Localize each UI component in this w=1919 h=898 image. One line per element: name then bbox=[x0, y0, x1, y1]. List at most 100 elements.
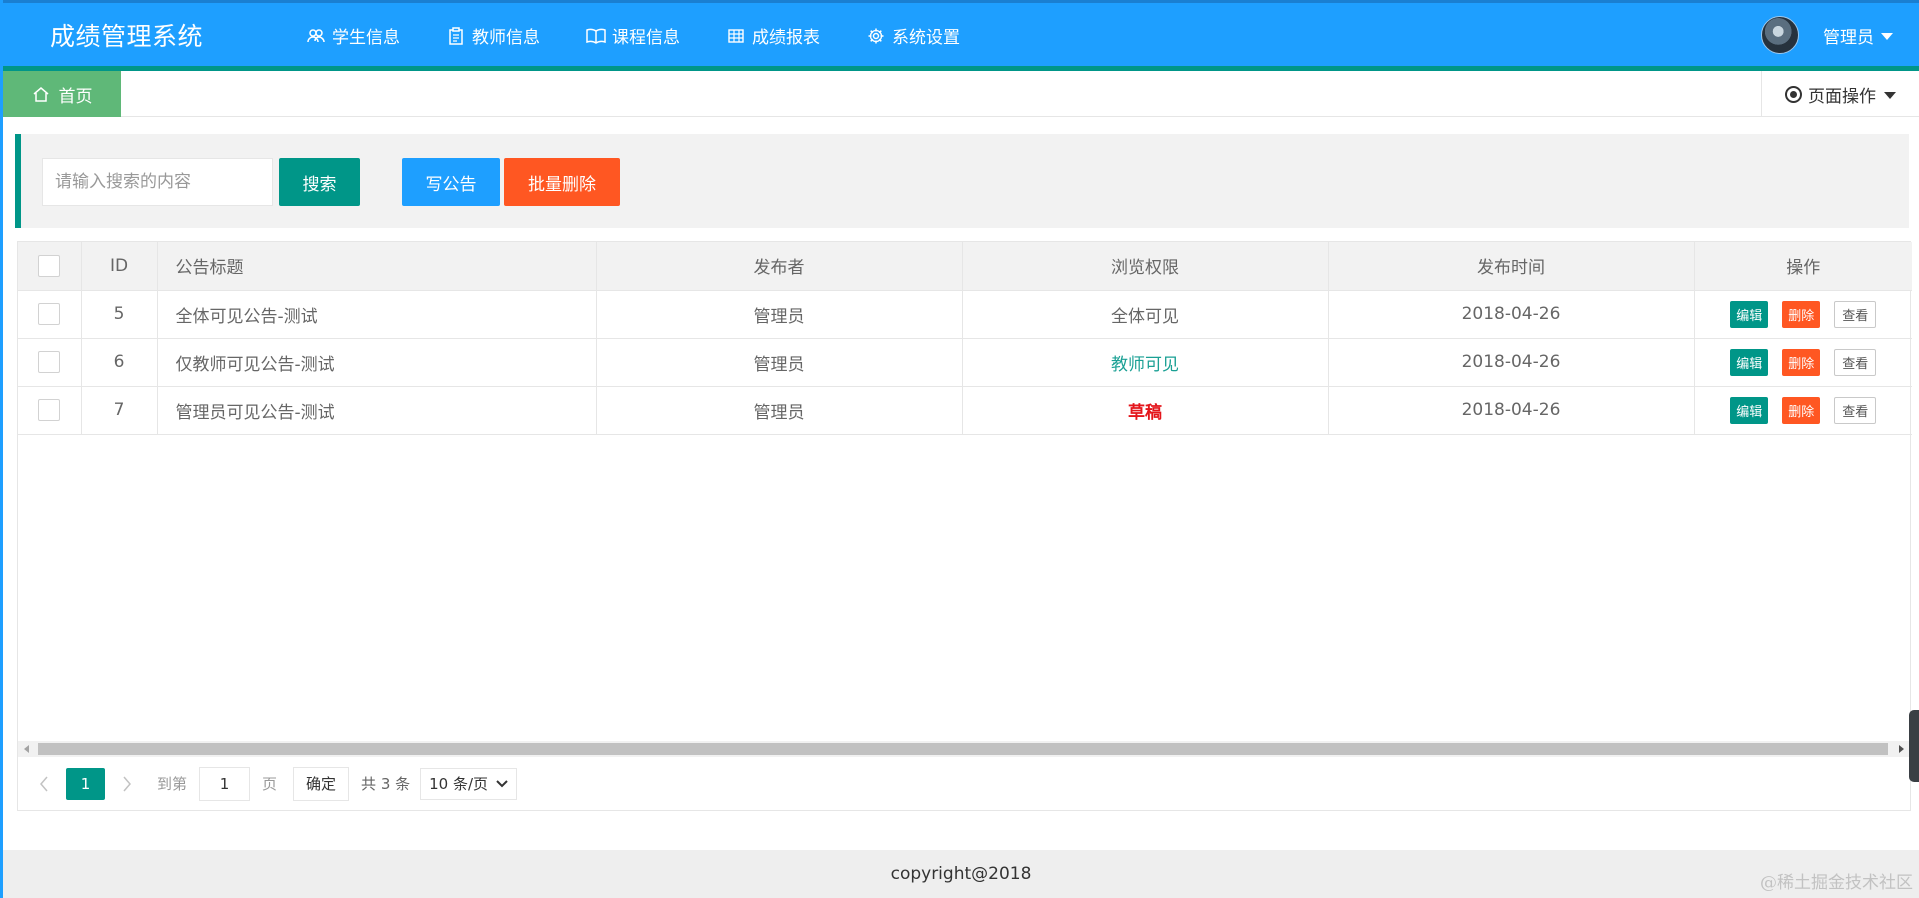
delete-button[interactable]: 删除 bbox=[1782, 396, 1821, 424]
caret-down-icon bbox=[1884, 91, 1896, 99]
users-icon bbox=[306, 26, 326, 46]
pagination: 1 到第 页 确定 共 3 条 10 条/页 bbox=[18, 757, 1910, 810]
page-operations-dropdown[interactable]: 页面操作 bbox=[1761, 71, 1919, 117]
nav-label: 学生信息 bbox=[332, 28, 400, 48]
nav-item-reports[interactable]: 成绩报表 bbox=[703, 3, 843, 71]
view-button[interactable]: 查看 bbox=[1834, 348, 1877, 376]
nav-item-students[interactable]: 学生信息 bbox=[283, 3, 423, 68]
row-checkbox[interactable] bbox=[38, 351, 61, 373]
search-button[interactable]: 搜索 bbox=[279, 158, 360, 206]
cell-date: 2018-04-26 bbox=[1328, 338, 1695, 387]
edit-button[interactable]: 编辑 bbox=[1730, 348, 1769, 376]
page-size-select[interactable]: 10 条/页 bbox=[420, 767, 518, 800]
goto-label: 到第 bbox=[157, 775, 188, 793]
footer: copyright@2018 bbox=[3, 850, 1919, 898]
view-button[interactable]: 查看 bbox=[1834, 300, 1877, 328]
cell-id: 7 bbox=[81, 386, 158, 435]
top-header: 成绩管理系统 学生信息 教师信息 课程信息 成绩报表 系统设置 管理员 bbox=[3, 0, 1919, 71]
cell-title: 管理员可见公告-测试 bbox=[157, 386, 597, 435]
write-notice-button[interactable]: 写公告 bbox=[402, 158, 500, 206]
column-header: ID bbox=[81, 242, 158, 291]
row-checkbox[interactable] bbox=[38, 399, 61, 421]
cell-permission: 全体可见 bbox=[962, 290, 1329, 339]
nav-label: 系统设置 bbox=[892, 28, 960, 48]
table-row: 5 全体可见公告-测试 管理员 全体可见 2018-04-26 编辑 删除 查看 bbox=[18, 290, 1912, 339]
table-header-row: ID 公告标题 发布者 浏览权限 发布时间 操作 bbox=[18, 242, 1912, 291]
batch-delete-button[interactable]: 批量删除 bbox=[504, 158, 620, 206]
cell-publisher: 管理员 bbox=[596, 290, 963, 339]
column-header: 浏览权限 bbox=[962, 242, 1329, 291]
row-select[interactable] bbox=[18, 290, 82, 339]
watermark: @稀土掘金技术社区 bbox=[1760, 873, 1913, 893]
header-select-all[interactable] bbox=[18, 242, 82, 291]
notice-table: ID 公告标题 发布者 浏览权限 发布时间 操作 5 全体可见公告-测试 管理员… bbox=[17, 241, 1912, 811]
edit-button[interactable]: 编辑 bbox=[1730, 300, 1769, 328]
horizontal-scrollbar[interactable] bbox=[18, 741, 1910, 757]
caret-down-icon bbox=[1881, 32, 1893, 40]
goto-confirm-button[interactable]: 确定 bbox=[293, 766, 350, 801]
table-row: 7 管理员可见公告-测试 管理员 草稿 2018-04-26 编辑 删除 查看 bbox=[18, 386, 1912, 435]
column-header: 公告标题 bbox=[157, 242, 597, 291]
cell-date: 2018-04-26 bbox=[1328, 386, 1695, 435]
clipboard-icon bbox=[446, 26, 466, 46]
column-header: 发布者 bbox=[596, 242, 963, 291]
row-select[interactable] bbox=[18, 338, 82, 387]
cell-title: 全体可见公告-测试 bbox=[157, 290, 597, 339]
search-toolbar: 搜索 写公告 批量删除 bbox=[15, 134, 1909, 228]
scroll-right-icon[interactable] bbox=[1899, 745, 1904, 753]
delete-button[interactable]: 删除 bbox=[1782, 300, 1821, 328]
app-window: 成绩管理系统 学生信息 教师信息 课程信息 成绩报表 系统设置 管理员 首页 页… bbox=[0, 0, 1919, 898]
cell-publisher: 管理员 bbox=[596, 338, 963, 387]
prev-page-icon[interactable] bbox=[30, 769, 58, 799]
nav-item-settings[interactable]: 系统设置 bbox=[843, 3, 983, 68]
gear-icon bbox=[866, 26, 886, 46]
app-logo[interactable]: 成绩管理系统 bbox=[50, 17, 203, 53]
table-row: 6 仅教师可见公告-测试 管理员 教师可见 2018-04-26 编辑 删除 查看 bbox=[18, 338, 1912, 387]
row-checkbox[interactable] bbox=[38, 303, 61, 325]
search-input[interactable] bbox=[42, 158, 273, 206]
chevron-down-icon bbox=[496, 779, 508, 787]
user-menu[interactable]: 管理员 bbox=[1761, 16, 1893, 54]
row-select[interactable] bbox=[18, 386, 82, 435]
cell-date: 2018-04-26 bbox=[1328, 290, 1695, 339]
edit-button[interactable]: 编辑 bbox=[1730, 396, 1769, 424]
cell-permission: 教师可见 bbox=[962, 338, 1329, 387]
nav-item-courses[interactable]: 课程信息 bbox=[563, 3, 703, 68]
page-ops-label: 页面操作 bbox=[1808, 86, 1876, 107]
user-name: 管理员 bbox=[1823, 27, 1874, 48]
nav-label: 教师信息 bbox=[472, 28, 540, 48]
home-icon bbox=[33, 86, 48, 102]
cell-id: 6 bbox=[81, 338, 158, 387]
next-page-icon[interactable] bbox=[113, 769, 141, 799]
book-icon bbox=[586, 26, 606, 46]
scrollbar-thumb[interactable] bbox=[38, 743, 1888, 755]
cell-permission: 草稿 bbox=[962, 386, 1329, 435]
nav-label: 课程信息 bbox=[612, 28, 680, 48]
page-current[interactable]: 1 bbox=[66, 767, 105, 800]
view-button[interactable]: 查看 bbox=[1834, 396, 1877, 424]
goto-page-input[interactable] bbox=[199, 766, 251, 801]
table-grid-icon bbox=[726, 26, 746, 46]
delete-button[interactable]: 删除 bbox=[1782, 348, 1821, 376]
nav-item-teachers[interactable]: 教师信息 bbox=[423, 3, 563, 68]
total-count: 共 3 条 bbox=[361, 775, 411, 793]
data-table: ID 公告标题 发布者 浏览权限 发布时间 操作 5 全体可见公告-测试 管理员… bbox=[18, 242, 1912, 435]
cell-publisher: 管理员 bbox=[596, 386, 963, 435]
page-unit: 页 bbox=[262, 775, 278, 793]
cell-actions: 编辑 删除 查看 bbox=[1694, 290, 1912, 339]
copyright-text: copyright@2018 bbox=[890, 864, 1032, 884]
select-all-checkbox[interactable] bbox=[38, 254, 61, 277]
cell-id: 5 bbox=[81, 290, 158, 339]
cell-actions: 编辑 删除 查看 bbox=[1694, 386, 1912, 435]
avatar[interactable] bbox=[1761, 16, 1799, 54]
page-size-value: 10 条/页 bbox=[429, 775, 489, 793]
cell-title: 仅教师可见公告-测试 bbox=[157, 338, 597, 387]
cell-actions: 编辑 删除 查看 bbox=[1694, 338, 1912, 387]
column-header: 操作 bbox=[1694, 242, 1912, 291]
tab-home-label: 首页 bbox=[58, 86, 93, 107]
tab-bar: 首页 页面操作 bbox=[3, 71, 1919, 117]
side-handle[interactable] bbox=[1909, 710, 1919, 782]
target-icon bbox=[1785, 85, 1802, 103]
tab-home[interactable]: 首页 bbox=[3, 71, 121, 117]
scroll-left-icon[interactable] bbox=[24, 745, 29, 753]
